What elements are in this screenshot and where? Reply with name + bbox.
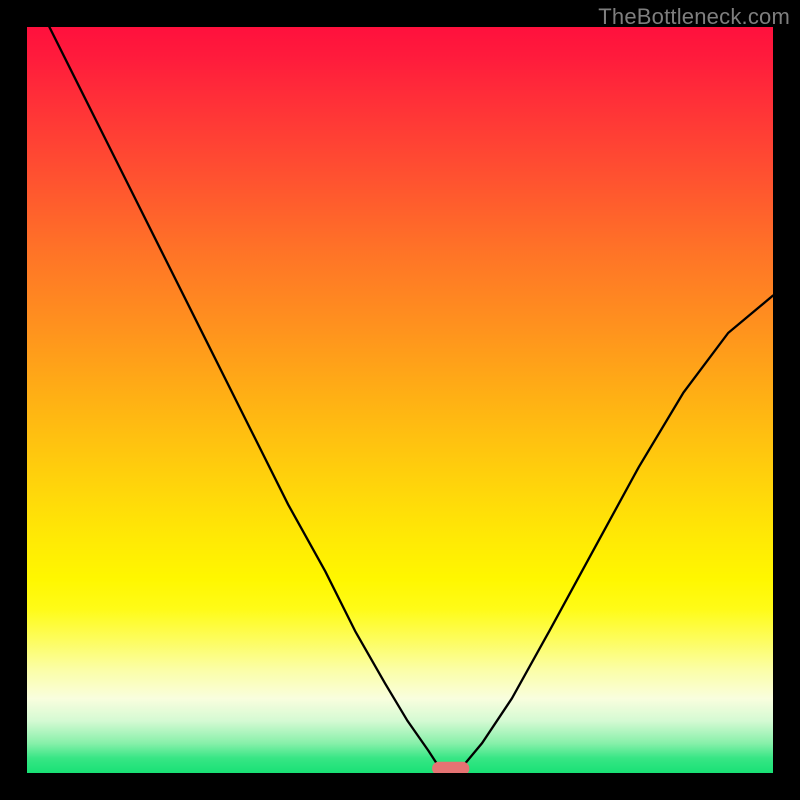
curve-layer <box>27 27 773 773</box>
chart-frame: TheBottleneck.com <box>0 0 800 800</box>
curve-right-branch <box>463 296 773 766</box>
plot-area <box>27 27 773 773</box>
watermark-text: TheBottleneck.com <box>598 4 790 30</box>
optimal-marker <box>432 762 469 773</box>
curve-left-branch <box>49 27 438 766</box>
